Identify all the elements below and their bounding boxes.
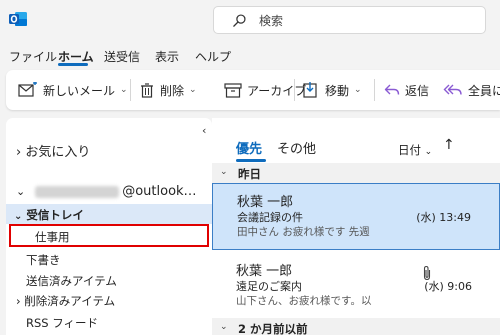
chevron-right-icon: › (16, 145, 22, 160)
account-domain: @outlook… (122, 184, 197, 199)
menu-view[interactable]: 表示 (155, 48, 179, 65)
reply-all-icon (443, 84, 462, 95)
inbox-label: 受信トレイ (26, 208, 84, 222)
deleted-items-label: 削除済みアイテム (24, 294, 116, 308)
message-time: (水) 9:06 (424, 280, 472, 293)
ribbon-divider (374, 79, 375, 101)
reply-label: 返信 (405, 83, 430, 98)
sent-items-folder[interactable]: 送信済みアイテム (26, 273, 117, 289)
message-item[interactable]: 秋葉 一郎 遠足のご案内 (水) 9:06 山下さん、お疲れ様です。以 (212, 253, 500, 320)
move-label: 移動 (325, 83, 350, 98)
search-input[interactable]: 検索 (213, 6, 486, 34)
account-name-redacted (35, 185, 120, 198)
chevron-down-icon: ⌄ (424, 147, 433, 157)
work-folder-label: 仕事用 (35, 230, 70, 244)
message-time: (水) 13:49 (416, 211, 471, 224)
message-preview: 山下さん、お疲れ様です。以 (236, 295, 372, 307)
trash-icon (141, 83, 153, 98)
work-folder-highlighted[interactable]: 仕事用 (9, 224, 209, 247)
delete-label: 削除 (160, 83, 185, 98)
menu-send-receive[interactable]: 送受信 (104, 48, 140, 65)
reply-all-button[interactable]: 全員に (443, 80, 500, 100)
group-header-yesterday[interactable]: ⌄ 昨日 (212, 163, 500, 183)
collapse-pane-icon[interactable]: ‹ (202, 124, 206, 137)
message-preview: 田中さん お疲れ様です 先週 (237, 226, 370, 238)
inbox-folder[interactable]: ⌄ 受信トレイ (14, 207, 84, 223)
folder-pane: ‹ › お気に入り ⌄ @outlook… ⌄ 受信トレイ 仕事用 下書き 送信… (6, 118, 212, 335)
message-list-pane: 優先 その他 日付 ⌄ ↑ ⌄ 昨日 秋葉 一郎 会議記録の件 (水) 13:4… (212, 118, 500, 335)
sort-label: 日付 (398, 143, 421, 157)
move-to-folder-icon (303, 82, 317, 98)
new-mail-icon (18, 82, 37, 97)
message-subject: 会議記録の件 (237, 211, 303, 224)
move-button[interactable]: 移動 ⌄ (302, 80, 362, 100)
group-label: 2 か月前以前 (238, 322, 308, 335)
chevron-down-icon[interactable]: ⌄ (354, 85, 362, 95)
ribbon-divider (130, 79, 131, 101)
tab-other[interactable]: その他 (277, 138, 316, 157)
focused-tab-indicator (236, 159, 266, 162)
account-header[interactable]: ⌄ @outlook… (16, 184, 197, 199)
menu-help[interactable]: ヘルプ (195, 48, 231, 65)
reply-all-label: 全員に (468, 83, 500, 98)
archive-icon (224, 83, 242, 98)
chevron-down-icon: ⌄ (220, 167, 228, 177)
outlook-logo-icon (9, 12, 27, 26)
rss-feeds-folder[interactable]: RSS フィード (26, 315, 98, 331)
search-placeholder: 検索 (259, 14, 284, 28)
chevron-down-icon: ⌄ (16, 185, 26, 198)
favorites-section[interactable]: › お気に入り (16, 141, 90, 160)
chevron-down-icon[interactable]: ⌄ (120, 85, 128, 95)
archive-label: アーカイブ (247, 83, 307, 98)
delete-button[interactable]: 削除 ⌄ (139, 80, 197, 100)
message-sender: 秋葉 一郎 (237, 195, 294, 210)
favorites-label: お気に入り (25, 145, 91, 160)
search-icon (233, 14, 246, 27)
ribbon-toolbar: 新しいメール ⌄ 削除 ⌄ アーカイブ 移動 ⌄ 返信 全員に (6, 70, 500, 110)
ribbon-divider (294, 79, 295, 101)
drafts-folder[interactable]: 下書き (26, 252, 61, 268)
group-header-two-months[interactable]: ⌄ 2 か月前以前 (212, 318, 500, 335)
menu-file[interactable]: ファイル (9, 48, 57, 65)
active-tab-indicator (58, 63, 88, 66)
message-item[interactable]: 秋葉 一郎 会議記録の件 (水) 13:49 田中さん お疲れ様です 先週 (212, 183, 500, 250)
chevron-down-icon[interactable]: ⌄ (189, 85, 197, 95)
chevron-right-icon: › (16, 294, 21, 308)
new-mail-button[interactable]: 新しいメール ⌄ (18, 80, 128, 100)
group-label: 昨日 (238, 167, 261, 181)
reply-icon (384, 84, 400, 95)
chevron-down-icon: ⌄ (220, 322, 228, 332)
message-sender: 秋葉 一郎 (236, 264, 293, 279)
new-mail-label: 新しいメール (43, 83, 116, 98)
reply-button[interactable]: 返信 (384, 80, 429, 100)
title-bar: 検索 (0, 0, 500, 40)
deleted-items-folder[interactable]: › 削除済みアイテム (16, 293, 115, 309)
sort-by-date-button[interactable]: 日付 ⌄ (398, 142, 432, 158)
tab-focused[interactable]: 優先 (236, 138, 262, 157)
message-subject: 遠足のご案内 (236, 280, 302, 293)
sort-direction-arrow-icon[interactable]: ↑ (443, 137, 455, 153)
chevron-down-icon: ⌄ (14, 211, 23, 222)
